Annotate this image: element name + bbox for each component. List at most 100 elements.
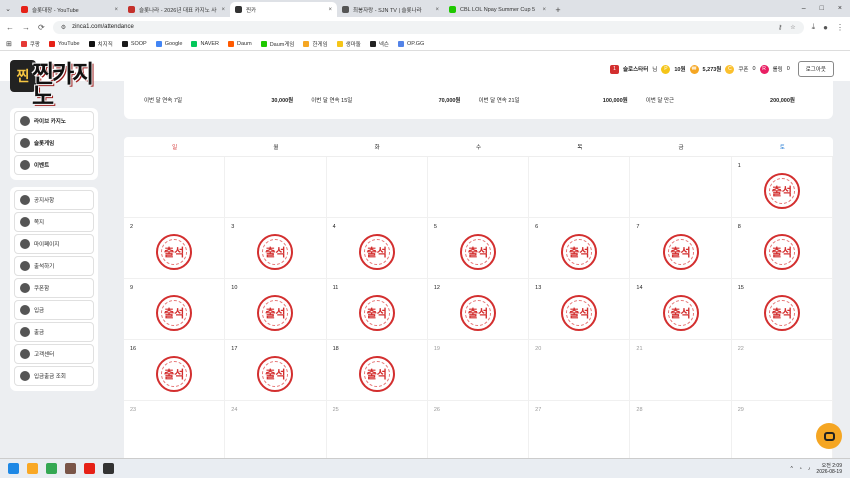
tab-search-icon[interactable]: ⌄ xyxy=(0,0,16,17)
bookmark-item[interactable]: 쿠팡 xyxy=(20,40,40,48)
browser-tab[interactable]: 찐카 × xyxy=(230,2,337,17)
calendar-day[interactable]: 17 출석 xyxy=(225,340,327,401)
network-icon[interactable]: ◔ xyxy=(799,466,802,472)
minimize-icon[interactable]: – xyxy=(802,5,806,12)
explorer-icon[interactable] xyxy=(27,463,38,474)
site-logo[interactable]: 찐 찐카지노 xyxy=(10,56,100,109)
tab-close-icon[interactable]: × xyxy=(114,7,118,13)
calendar-day[interactable]: 24 xyxy=(225,401,327,458)
sidebar-item[interactable]: 출금 xyxy=(14,322,94,342)
bookmark-star-icon[interactable]: ☆ xyxy=(790,24,795,31)
calendar-day[interactable]: 27 xyxy=(529,401,631,458)
bookmark-item[interactable]: NAVER xyxy=(191,40,219,48)
chat-support-button[interactable] xyxy=(816,423,842,449)
apps-grid-icon[interactable]: ⊞ xyxy=(6,40,12,48)
back-icon[interactable]: ← xyxy=(6,23,14,32)
maximize-icon[interactable]: □ xyxy=(820,5,824,12)
calendar-day[interactable]: 14 출석 xyxy=(630,279,732,340)
rolling-icon[interactable]: R xyxy=(759,64,769,74)
tray-arrow-icon[interactable]: ^ xyxy=(791,466,793,472)
calendar-day[interactable]: 25 xyxy=(327,401,428,458)
coupon-label[interactable]: 쿠폰 xyxy=(738,65,748,73)
sidebar-item[interactable]: 이벤트 xyxy=(14,155,94,175)
calendar-day[interactable]: 13 출석 xyxy=(529,279,631,340)
tab-close-icon[interactable]: × xyxy=(221,7,225,13)
bookmark-item[interactable]: Google xyxy=(155,40,182,48)
sidebar-item[interactable]: 공지사항 xyxy=(14,190,94,210)
calendar-day[interactable]: 26 xyxy=(428,401,530,458)
calendar-day[interactable]: 10 출석 xyxy=(225,279,327,340)
calendar-day[interactable]: 16 출석 xyxy=(124,340,226,401)
bookmark-item[interactable]: Daum xyxy=(228,40,252,48)
tab-close-icon[interactable]: × xyxy=(542,7,546,13)
volume-icon[interactable]: ♪ xyxy=(808,466,811,472)
sidebar-item[interactable]: 슬롯게임 xyxy=(14,133,94,153)
bookmark-item[interactable]: OP.GG xyxy=(397,40,424,48)
calendar-day[interactable]: 7 출석 xyxy=(630,218,732,279)
username[interactable]: 슬로스타터 xyxy=(623,65,648,73)
reload-icon[interactable]: ⟳ xyxy=(38,23,45,32)
calendar-day[interactable]: 19 xyxy=(427,340,530,401)
sidebar-item[interactable]: 입금출금 조회 xyxy=(14,366,94,386)
windows-start-icon[interactable] xyxy=(8,463,19,474)
sidebar-item[interactable]: 입금 xyxy=(14,300,94,320)
calendar-day[interactable]: 21 xyxy=(630,340,732,401)
calendar-day[interactable]: 11 출석 xyxy=(326,279,428,340)
day-number: 10 xyxy=(231,285,238,291)
new-tab-button[interactable]: + xyxy=(551,2,565,17)
calendar-day[interactable]: 12 출석 xyxy=(427,279,530,340)
app-icon[interactable] xyxy=(103,463,114,474)
bookmark-item[interactable]: SOOP xyxy=(121,40,147,48)
address-bar[interactable]: ⚙ zinca1.com/attendance ⚷ ☆ xyxy=(52,20,804,34)
rolling-label[interactable]: 롤링 xyxy=(773,65,783,73)
bookmark-item[interactable]: Daum게임 xyxy=(260,40,294,48)
calendar-day[interactable]: 23 xyxy=(124,401,226,458)
download-icon[interactable]: ⤓ xyxy=(812,22,816,32)
sidebar-item[interactable]: 쿠폰함 xyxy=(14,278,94,298)
browser-tab[interactable]: 슬롯대장 - YouTube × xyxy=(16,2,123,17)
bookmark-item[interactable]: 치지직 xyxy=(88,40,113,48)
sidebar-item[interactable]: 라이브 카지노 xyxy=(14,111,94,131)
logout-button[interactable]: 로그아웃 xyxy=(797,61,834,77)
calendar-day[interactable]: 15 출석 xyxy=(731,279,833,340)
sidebar-item[interactable]: 고객센터 xyxy=(14,344,94,364)
clock[interactable]: 오전 2:09 2026-08-19 xyxy=(816,463,842,475)
menu-icon[interactable]: ⋮ xyxy=(836,23,844,32)
calendar-day[interactable]: 1 출석 xyxy=(731,157,833,218)
coupon-icon[interactable]: C xyxy=(725,64,735,74)
forward-icon[interactable]: → xyxy=(22,23,30,32)
calendar-day[interactable]: 9 출석 xyxy=(124,279,226,340)
bookmark-item[interactable]: 넥슨 xyxy=(369,40,389,48)
calendar-day[interactable]: 6 출석 xyxy=(529,218,631,279)
bookmark-item[interactable]: YouTube xyxy=(49,40,80,48)
browser-tab[interactable]: CBL LOL Npay Summer Cup 5 × xyxy=(444,2,551,17)
bookmark-item[interactable]: 생마돌 xyxy=(336,40,361,48)
day-number: 2 xyxy=(130,224,134,230)
calendar-day[interactable]: 18 출석 xyxy=(326,340,428,401)
close-window-icon[interactable]: × xyxy=(838,5,842,12)
bookmark-item[interactable]: 한게임 xyxy=(303,40,328,48)
calendar-day[interactable]: 20 xyxy=(529,340,631,401)
sidebar-item[interactable]: 출석하기 xyxy=(14,256,94,276)
browser-tab[interactable]: 최봉자랑 - SJN TV | 슬롯나라 × xyxy=(337,2,444,17)
chrome-icon[interactable] xyxy=(46,463,57,474)
profile-icon[interactable]: ● xyxy=(823,23,828,32)
site-info-icon[interactable]: ⚙ xyxy=(61,24,66,31)
tab-close-icon[interactable]: × xyxy=(328,7,332,13)
youtube-icon[interactable] xyxy=(84,463,95,474)
game-icon[interactable] xyxy=(65,463,76,474)
calendar-day[interactable]: 3 출석 xyxy=(225,218,327,279)
calendar-day[interactable]: 4 출석 xyxy=(326,218,428,279)
calendar-day[interactable]: 22 xyxy=(731,340,833,401)
bookmark-favicon-icon xyxy=(88,40,95,47)
calendar-day[interactable]: 2 출석 xyxy=(124,218,226,279)
password-key-icon[interactable]: ⚷ xyxy=(778,24,782,31)
calendar-day[interactable]: 5 출석 xyxy=(427,218,530,279)
browser-tab[interactable]: 슬롯나라 - 2026년 대표 카지노 사이트 × xyxy=(123,2,230,17)
sidebar-item[interactable]: 마이페이지 xyxy=(14,234,94,254)
calendar-day[interactable]: 28 xyxy=(630,401,732,458)
sidebar-item[interactable]: 쪽지 xyxy=(14,212,94,232)
day-number: 24 xyxy=(231,407,238,413)
calendar-day[interactable]: 8 출석 xyxy=(731,218,833,279)
tab-close-icon[interactable]: × xyxy=(435,7,439,13)
